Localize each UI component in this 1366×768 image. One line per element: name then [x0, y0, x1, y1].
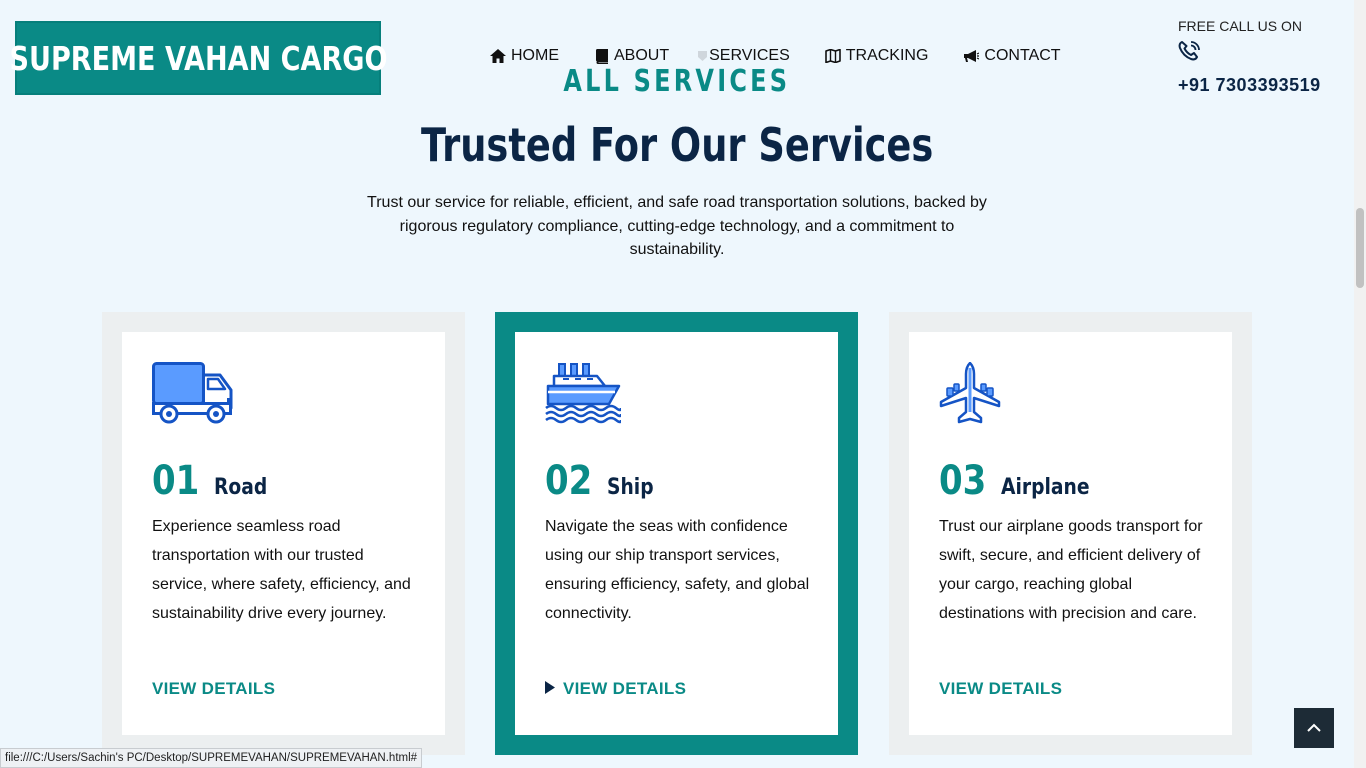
play-arrow-icon: [545, 679, 555, 699]
free-call-label: FREE CALL US ON: [1178, 18, 1302, 34]
card-heading: 03 Airplane: [939, 458, 1105, 504]
section-subtitle: Trust our service for reliable, efficien…: [367, 194, 987, 258]
browser-status-bar: file:///C:/Users/Sachin's PC/Desktop/SUP…: [0, 748, 423, 768]
nav-home-label: HOME: [511, 47, 559, 64]
nav-services[interactable]: SERVICES: [697, 47, 790, 65]
card-name: Road: [213, 475, 267, 500]
nav-contact-label: CONTACT: [984, 47, 1061, 64]
section-kicker: ALL SERVICES: [0, 64, 1354, 99]
card-description: Navigate the seas with confidence using …: [545, 518, 810, 622]
megaphone-icon: [963, 49, 980, 63]
card-number: 03: [939, 458, 987, 504]
phone-icon: [1178, 40, 1321, 67]
view-details-label: VIEW DETAILS: [152, 679, 276, 698]
book-icon: [595, 48, 609, 64]
home-icon: [490, 49, 506, 63]
section-title: Trusted For Our Services: [0, 118, 1354, 172]
card-description: Experience seamless road transportation …: [152, 518, 411, 622]
status-url: file:///C:/Users/Sachin's PC/Desktop/SUP…: [5, 752, 418, 764]
view-details-link[interactable]: VIEW DETAILS: [939, 679, 1062, 699]
service-card-road: 01 Road Experience seamless road transpo…: [102, 312, 465, 755]
chevron-up-icon: [1307, 719, 1321, 737]
view-details-label: VIEW DETAILS: [939, 679, 1063, 698]
page-scrollbar[interactable]: [1354, 0, 1366, 768]
service-card-body: 03 Airplane Trust our airplane goods tra…: [909, 332, 1232, 735]
nav-services-label: SERVICES: [709, 47, 790, 64]
card-name: Airplane: [1000, 475, 1090, 500]
truck-icon: [152, 362, 234, 431]
card-description: Trust our airplane goods transport for s…: [939, 518, 1203, 622]
main-nav: HOME ABOUT SERVICES TRACKING CONTACT: [490, 47, 1061, 65]
service-card-airplane: 03 Airplane Trust our airplane goods tra…: [889, 312, 1252, 755]
view-details-link[interactable]: VIEW DETAILS: [152, 679, 275, 699]
airplane-icon: [939, 361, 1001, 429]
map-icon: [824, 49, 841, 63]
card-number: 02: [545, 458, 593, 504]
section-title-text: Trusted For Our Services: [420, 118, 934, 172]
service-card-body: 01 Road Experience seamless road transpo…: [122, 332, 445, 735]
card-number: 01: [152, 458, 200, 504]
nav-about-label: ABOUT: [614, 47, 670, 64]
card-heading: 01 Road: [152, 458, 276, 504]
section-kicker-text: ALL SERVICES: [563, 64, 791, 99]
scrollbar-thumb[interactable]: [1356, 208, 1364, 288]
back-to-top-button[interactable]: [1294, 708, 1334, 748]
view-details-label: VIEW DETAILS: [563, 679, 687, 698]
view-details-link[interactable]: VIEW DETAILS: [545, 679, 686, 699]
nav-about[interactable]: ABOUT: [595, 47, 669, 65]
nav-home[interactable]: HOME: [490, 47, 559, 65]
services-icon: [697, 50, 708, 62]
card-name: Ship: [606, 475, 654, 500]
nav-tracking-label: TRACKING: [845, 47, 929, 64]
ship-icon: [545, 362, 623, 429]
nav-contact[interactable]: CONTACT: [963, 47, 1061, 65]
service-card-ship: 02 Ship Navigate the seas with confidenc…: [495, 312, 858, 755]
card-heading: 02 Ship: [545, 458, 661, 504]
service-card-body: 02 Ship Navigate the seas with confidenc…: [515, 332, 838, 735]
nav-tracking[interactable]: TRACKING: [824, 47, 929, 65]
